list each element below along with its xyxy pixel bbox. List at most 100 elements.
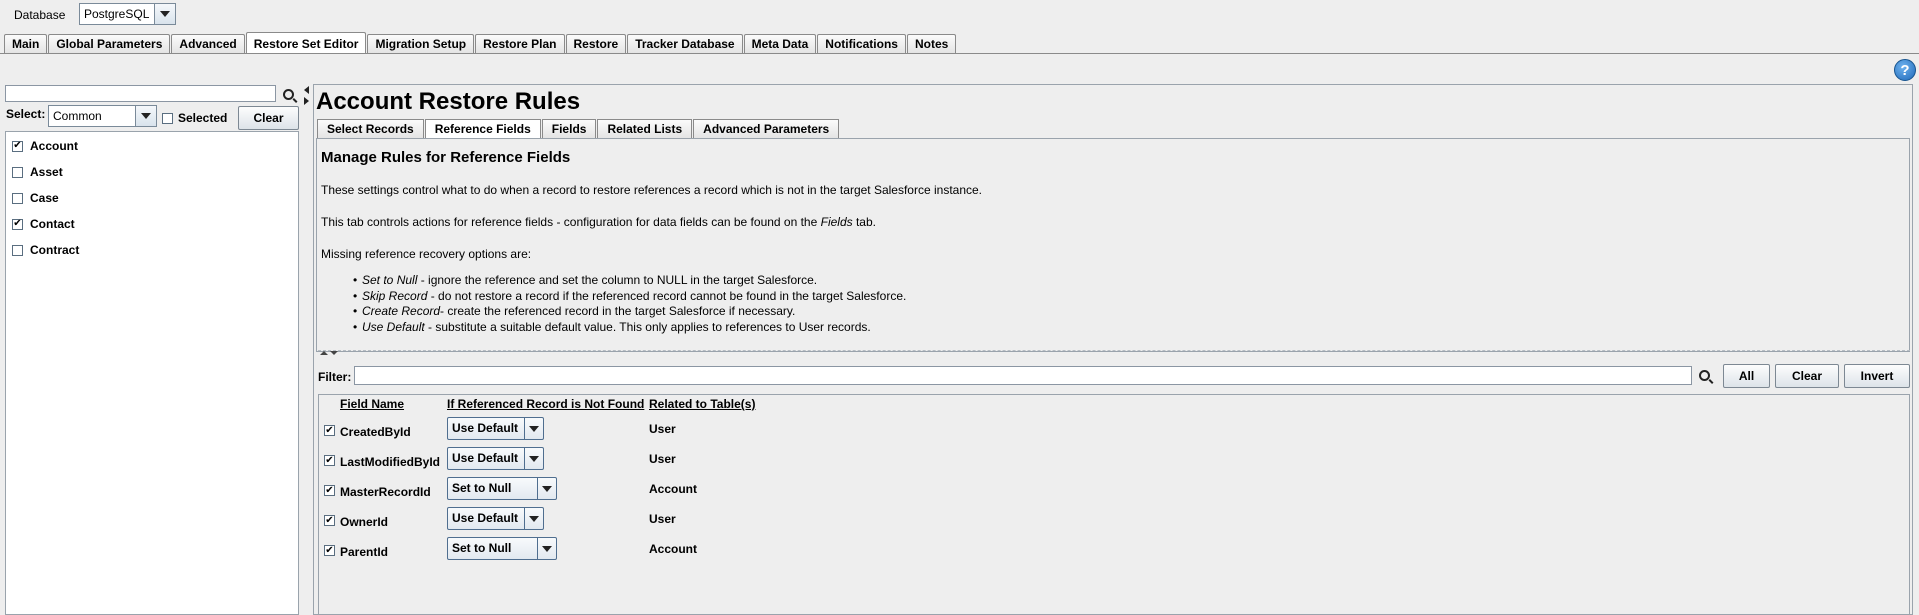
row-checkbox[interactable]: ✔: [324, 485, 335, 496]
list-item[interactable]: Asset: [12, 165, 63, 179]
row-checkbox[interactable]: ✔: [324, 425, 335, 436]
info-paragraph: These settings control what to do when a…: [321, 183, 983, 197]
row-checkbox[interactable]: ✔: [324, 455, 335, 466]
all-button[interactable]: All: [1723, 364, 1770, 388]
tab-advanced[interactable]: Advanced: [171, 34, 245, 53]
collapse-right-icon[interactable]: [304, 97, 309, 105]
tab-global-parameters[interactable]: Global Parameters: [48, 34, 171, 53]
tab-restore-plan[interactable]: Restore Plan: [475, 34, 565, 53]
action-dropdown[interactable]: Use Default: [447, 447, 544, 470]
invert-button[interactable]: Invert: [1844, 364, 1910, 388]
tab-notes[interactable]: Notes: [906, 34, 957, 53]
object-label: Account: [30, 139, 78, 153]
select-filter-dropdown[interactable]: Common: [48, 105, 157, 127]
expand-down-icon[interactable]: [330, 351, 338, 355]
chevron-down-icon[interactable]: [524, 448, 543, 469]
list-item[interactable]: ✔ Account: [12, 139, 78, 153]
option-desc: - ignore the reference and set the colum…: [417, 273, 818, 287]
page-title: Account Restore Rules: [316, 88, 581, 115]
info-text: tab.: [852, 215, 876, 229]
list-item[interactable]: ✔ Contact: [12, 217, 75, 231]
column-header-action[interactable]: If Referenced Record is Not Found: [447, 397, 644, 411]
tab-migration-setup[interactable]: Migration Setup: [367, 34, 475, 53]
action-dropdown[interactable]: Use Default: [447, 417, 544, 440]
checkbox[interactable]: [12, 244, 23, 256]
tab-advanced-parameters[interactable]: Advanced Parameters: [693, 119, 840, 138]
chevron-down-icon[interactable]: [154, 4, 175, 24]
tab-restore[interactable]: Restore: [565, 34, 627, 53]
object-search-input[interactable]: [5, 85, 276, 102]
selected-checkbox[interactable]: Selected: [162, 111, 227, 125]
field-name: CreatedById: [340, 425, 411, 439]
tab-reference-fields[interactable]: Reference Fields: [424, 119, 541, 138]
tab-tracker-database[interactable]: Tracker Database: [627, 34, 743, 53]
related-table: Account: [649, 542, 697, 556]
list-item[interactable]: Contract: [12, 243, 79, 257]
resize-grip[interactable]: [318, 350, 1910, 357]
search-icon[interactable]: [1695, 366, 1713, 384]
option-item: Skip Record - do not restore a record if…: [353, 288, 906, 305]
tab-main[interactable]: Main: [4, 34, 48, 53]
list-item[interactable]: Case: [12, 191, 59, 205]
action-value: Use Default: [452, 451, 519, 465]
field-name: MasterRecordId: [340, 485, 431, 499]
chevron-down-icon[interactable]: [135, 106, 156, 126]
sub-tab-bar: Select Records Reference Fields Fields R…: [317, 119, 840, 139]
main-tab-bar: Main Global Parameters Advanced Restore …: [4, 32, 957, 54]
chevron-down-icon[interactable]: [524, 418, 543, 439]
object-label: Asset: [30, 165, 63, 179]
filter-label: Filter:: [318, 370, 352, 384]
object-label: Case: [30, 191, 59, 205]
option-item: Set to Null - ignore the reference and s…: [353, 273, 906, 289]
option-name: Skip Record: [362, 288, 428, 303]
search-icon[interactable]: [279, 85, 297, 103]
filter-input[interactable]: [354, 366, 1692, 385]
action-dropdown[interactable]: Set to Null: [447, 537, 557, 560]
related-table: User: [649, 452, 676, 466]
option-item: Create Record- create the referenced rec…: [353, 304, 906, 320]
option-desc: - substitute a suitable default value. T…: [424, 319, 871, 334]
action-dropdown[interactable]: Set to Null: [447, 477, 557, 500]
tab-select-records[interactable]: Select Records: [317, 119, 424, 138]
column-header-related[interactable]: Related to Table(s): [649, 397, 755, 411]
checkbox[interactable]: [12, 166, 23, 178]
row-checkbox[interactable]: ✔: [324, 515, 335, 526]
chevron-down-icon[interactable]: [537, 538, 556, 559]
action-value: Set to Null: [452, 541, 512, 555]
related-table: User: [649, 512, 676, 526]
related-table: User: [649, 422, 676, 436]
field-name: ParentId: [340, 545, 389, 559]
info-heading: Manage Rules for Reference Fields: [321, 149, 571, 166]
clear-filter-button[interactable]: Clear: [1775, 364, 1839, 388]
row-checkbox[interactable]: ✔: [324, 545, 335, 556]
tab-fields[interactable]: Fields: [541, 119, 597, 138]
tab-meta-data[interactable]: Meta Data: [743, 34, 817, 53]
database-select[interactable]: PostgreSQL: [79, 3, 176, 25]
tab-notifications[interactable]: Notifications: [817, 34, 906, 53]
option-name: Set to Null: [362, 273, 418, 287]
tab-divider: [0, 53, 1919, 54]
checkbox-box[interactable]: [162, 112, 173, 124]
help-icon[interactable]: ?: [1894, 59, 1916, 81]
related-table: Account: [649, 482, 697, 496]
collapse-left-icon[interactable]: [304, 86, 309, 94]
checkbox[interactable]: ✔: [12, 218, 23, 230]
reference-fields-table: [318, 394, 1910, 615]
selected-label: Selected: [178, 111, 228, 125]
checkbox[interactable]: [12, 192, 23, 204]
database-label: Database: [14, 8, 66, 22]
chevron-down-icon[interactable]: [524, 508, 543, 529]
panel-splitter[interactable]: [301, 84, 313, 615]
database-value: PostgreSQL: [84, 7, 150, 21]
action-value: Use Default: [452, 511, 519, 525]
tab-related-lists[interactable]: Related Lists: [597, 119, 693, 138]
option-name: Use Default: [362, 319, 425, 334]
tab-restore-set-editor[interactable]: Restore Set Editor: [245, 32, 367, 53]
checkbox[interactable]: ✔: [12, 140, 23, 152]
column-header-field-name[interactable]: Field Name: [340, 397, 404, 411]
action-dropdown[interactable]: Use Default: [447, 507, 544, 530]
expand-up-icon[interactable]: [320, 351, 328, 355]
fields-tab-reference: Fields: [820, 215, 853, 229]
chevron-down-icon[interactable]: [537, 478, 556, 499]
clear-button[interactable]: Clear: [238, 106, 299, 130]
